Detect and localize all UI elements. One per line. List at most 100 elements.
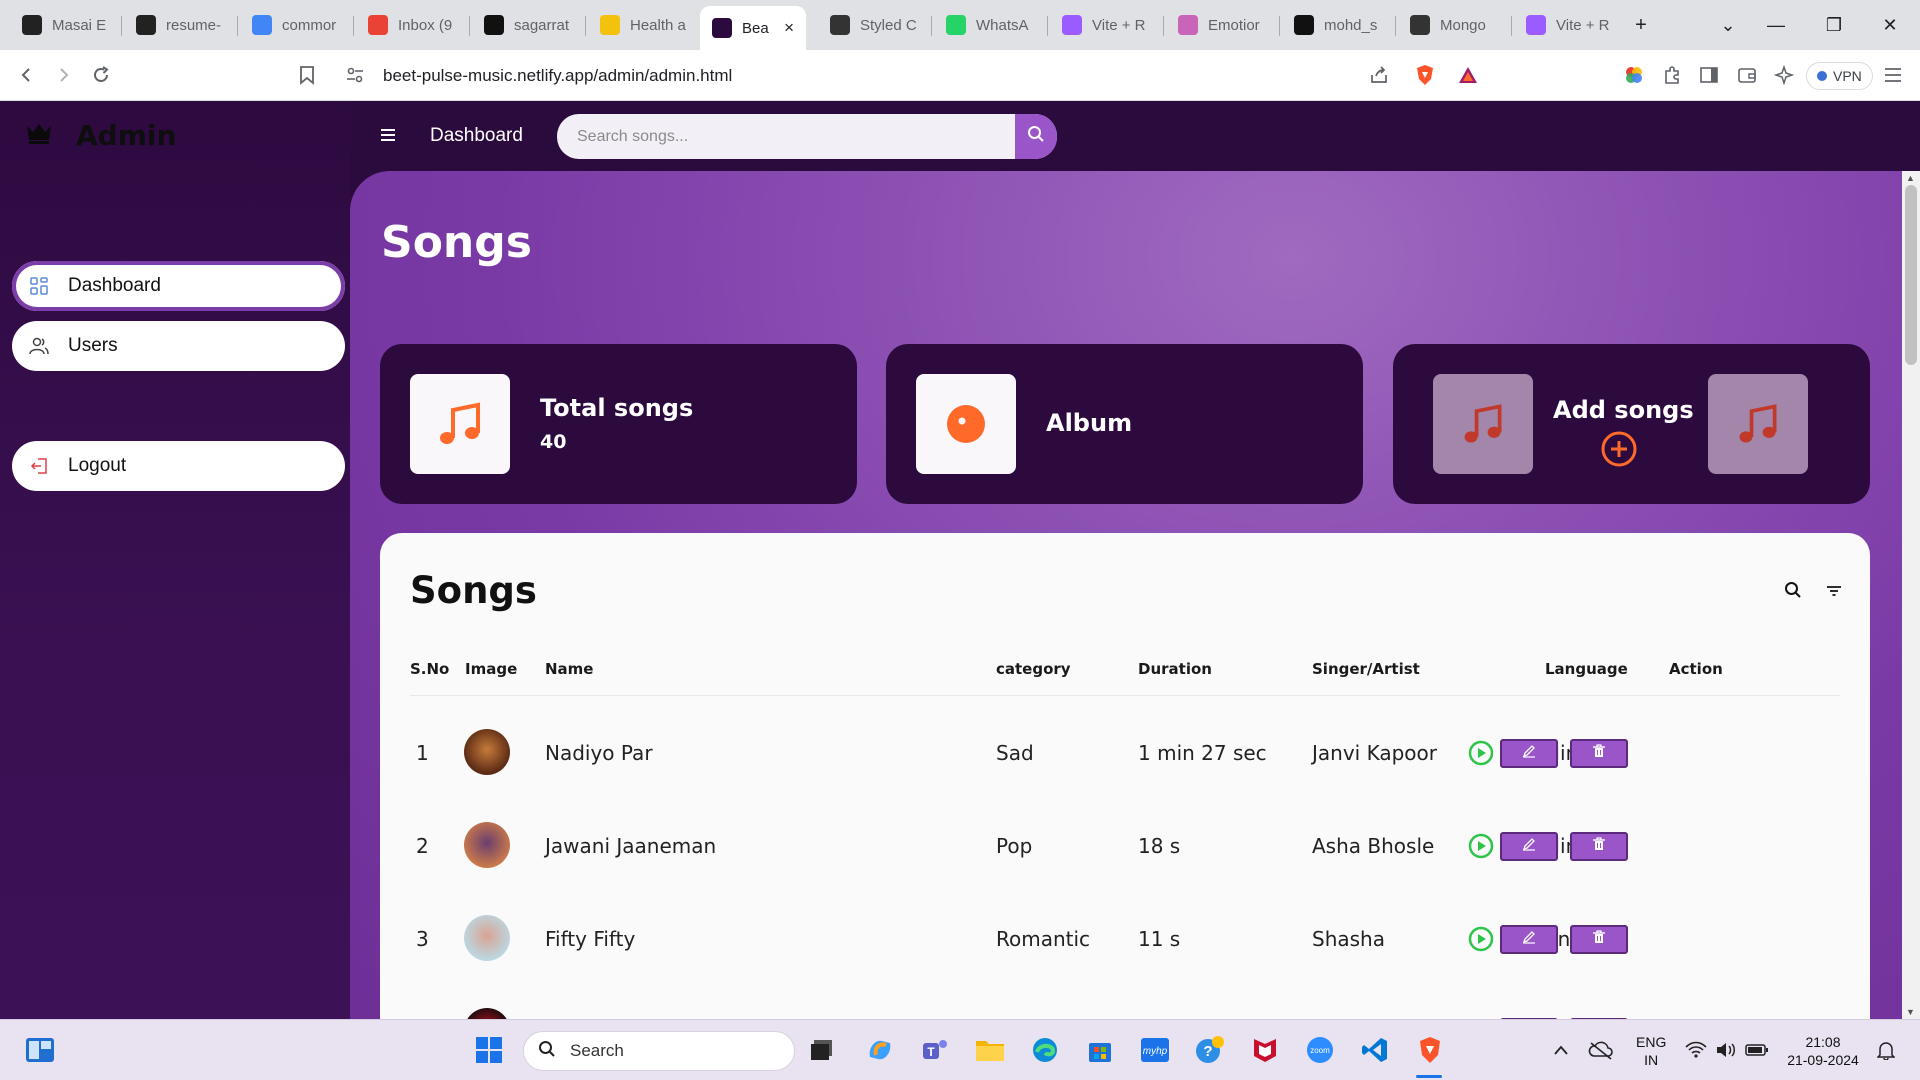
- browser-tab[interactable]: Inbox (9: [356, 7, 466, 43]
- vpn-button[interactable]: VPN: [1806, 62, 1873, 90]
- add-songs-card[interactable]: Add songs: [1393, 344, 1870, 504]
- tab-separator: [1163, 16, 1164, 36]
- new-tab-button[interactable]: +: [1626, 10, 1656, 40]
- forward-icon[interactable]: [50, 62, 76, 88]
- browser-tab[interactable]: mohd_s: [1282, 7, 1392, 43]
- chevron-up-icon[interactable]: [1545, 1034, 1577, 1066]
- cell-artist: Shasha: [1312, 927, 1385, 951]
- search-input[interactable]: [557, 114, 1017, 159]
- column-header-duration: Duration: [1138, 660, 1212, 678]
- column-header-language: Language: [1545, 660, 1628, 678]
- browser-tab[interactable]: Vite + R: [1514, 7, 1624, 43]
- trash-icon: [1592, 744, 1606, 763]
- active-app-indicator: [1416, 1075, 1442, 1078]
- search-bar: [557, 114, 1057, 159]
- page-scrollbar[interactable]: ▲ ▼: [1902, 171, 1920, 1019]
- delete-button[interactable]: [1570, 739, 1628, 768]
- back-icon[interactable]: [14, 62, 40, 88]
- browser-tab[interactable]: Vite + R: [1050, 7, 1160, 43]
- play-icon[interactable]: [1468, 926, 1494, 952]
- bookmark-icon[interactable]: [294, 62, 320, 88]
- scroll-down-icon[interactable]: ▼: [1906, 1007, 1915, 1017]
- album-card[interactable]: Album: [886, 344, 1363, 504]
- copilot-icon[interactable]: [864, 1034, 896, 1066]
- edit-button[interactable]: [1500, 739, 1558, 768]
- music-note-icon: [1433, 374, 1533, 474]
- songs-panel: Songs S.No Image Name category Duration …: [380, 533, 1870, 1019]
- delete-button[interactable]: [1570, 925, 1628, 954]
- battery-icon[interactable]: [1741, 1034, 1773, 1066]
- brave-icon[interactable]: [1414, 1034, 1446, 1066]
- sidebar-item-dashboard[interactable]: Dashboard: [12, 261, 345, 311]
- store-icon[interactable]: [1084, 1034, 1116, 1066]
- task-view-icon[interactable]: [806, 1034, 838, 1066]
- file-explorer-icon[interactable]: [974, 1034, 1006, 1066]
- topbar-title: Dashboard: [430, 125, 523, 146]
- widgets-icon[interactable]: [24, 1034, 56, 1066]
- color-extension-icon[interactable]: [1621, 62, 1647, 88]
- play-icon[interactable]: [1468, 740, 1494, 766]
- whatsapp-icon: [946, 15, 966, 35]
- brave-shield-icon[interactable]: [1412, 62, 1438, 88]
- wallet-icon[interactable]: [1734, 62, 1760, 88]
- maximize-icon[interactable]: ❐: [1818, 10, 1850, 40]
- edge-icon[interactable]: [1029, 1034, 1061, 1066]
- browser-tab[interactable]: Mongo: [1398, 7, 1508, 43]
- browser-tab-title: commor: [282, 16, 337, 34]
- language-indicator[interactable]: ENG IN: [1636, 1033, 1666, 1069]
- filter-icon[interactable]: [1826, 581, 1842, 604]
- minimize-icon[interactable]: —: [1760, 10, 1792, 40]
- browser-tab[interactable]: Bea ×: [700, 6, 806, 50]
- edit-button[interactable]: [1500, 832, 1558, 861]
- volume-icon[interactable]: [1710, 1034, 1742, 1066]
- close-window-icon[interactable]: ✕: [1874, 10, 1906, 40]
- taskbar-search[interactable]: Search: [523, 1031, 795, 1071]
- github-icon: [484, 15, 504, 35]
- myhp-icon[interactable]: myhp: [1139, 1034, 1171, 1066]
- wifi-icon[interactable]: [1680, 1034, 1712, 1066]
- search-button[interactable]: [1015, 114, 1057, 159]
- hamburger-icon[interactable]: [380, 125, 400, 145]
- search-icon: [1027, 125, 1045, 148]
- browser-tab[interactable]: commor: [240, 7, 350, 43]
- reload-icon[interactable]: [88, 62, 114, 88]
- vscode-icon[interactable]: [1359, 1034, 1391, 1066]
- scroll-up-icon[interactable]: ▲: [1906, 173, 1915, 183]
- sidebar-item-users[interactable]: Users: [12, 321, 345, 371]
- start-icon[interactable]: [473, 1034, 505, 1066]
- sidebar-item-logout[interactable]: Logout: [12, 441, 345, 491]
- url-text[interactable]: beet-pulse-music.netlify.app/admin/admin…: [383, 66, 732, 86]
- play-icon[interactable]: [1468, 833, 1494, 859]
- clock[interactable]: 21:08 21-09-2024: [1784, 1033, 1862, 1069]
- browser-tab[interactable]: Styled C: [818, 7, 928, 43]
- help-icon[interactable]: ?: [1194, 1034, 1226, 1066]
- scrollbar-thumb[interactable]: [1905, 185, 1917, 365]
- zoom-icon[interactable]: zoom: [1304, 1034, 1336, 1066]
- browser-tab[interactable]: resume-: [124, 7, 234, 43]
- sidebar-toggle-icon[interactable]: [1696, 62, 1722, 88]
- plus-circle-icon[interactable]: [1600, 430, 1638, 473]
- onedrive-icon[interactable]: [1585, 1034, 1617, 1066]
- mcafee-icon[interactable]: [1249, 1034, 1281, 1066]
- share-icon[interactable]: [1366, 62, 1392, 88]
- close-tab-icon[interactable]: ×: [784, 18, 794, 38]
- browser-tab-title: Mongo: [1440, 16, 1486, 34]
- edit-button[interactable]: [1500, 925, 1558, 954]
- brave-rewards-icon[interactable]: [1455, 62, 1481, 88]
- site-settings-icon[interactable]: [342, 62, 368, 88]
- browser-tab[interactable]: Health a: [588, 7, 698, 43]
- browser-tab[interactable]: WhatsA: [934, 7, 1044, 43]
- teams-icon[interactable]: T: [919, 1034, 951, 1066]
- notification-bell-icon[interactable]: [1870, 1034, 1902, 1066]
- browser-tab-title: Masai E: [52, 16, 107, 34]
- browser-tab[interactable]: sagarrat: [472, 7, 582, 43]
- menu-icon[interactable]: [1880, 62, 1906, 88]
- logout-icon: [28, 455, 50, 477]
- delete-button[interactable]: [1570, 832, 1628, 861]
- browser-tab[interactable]: Masai E: [10, 7, 120, 43]
- leo-ai-icon[interactable]: [1771, 62, 1797, 88]
- search-icon[interactable]: [1784, 581, 1802, 604]
- tab-search-icon[interactable]: ⌄: [1712, 10, 1744, 40]
- browser-tab[interactable]: Emotior: [1166, 7, 1276, 43]
- extensions-icon[interactable]: [1659, 62, 1685, 88]
